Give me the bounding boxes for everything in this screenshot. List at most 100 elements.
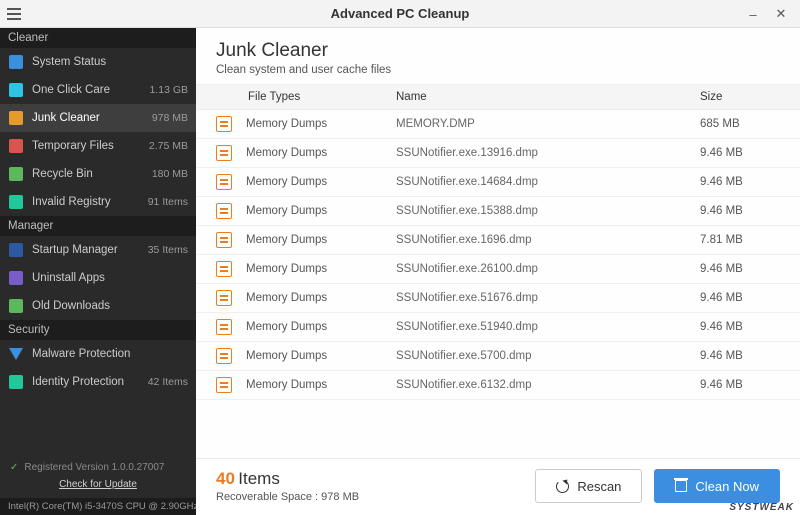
table-row[interactable]: Memory DumpsSSUNotifier.exe.15388.dmp9.4… bbox=[196, 197, 800, 226]
cell-size: 685 MB bbox=[700, 118, 780, 130]
page-subtitle: Clean system and user cache files bbox=[216, 64, 780, 76]
minimize-button[interactable]: – bbox=[746, 7, 760, 21]
cell-name: SSUNotifier.exe.13916.dmp bbox=[396, 147, 700, 159]
table-row[interactable]: Memory DumpsSSUNotifier.exe.26100.dmp9.4… bbox=[196, 255, 800, 284]
cell-name: SSUNotifier.exe.6132.dmp bbox=[396, 379, 700, 391]
sidebar-item-label: Malware Protection bbox=[32, 348, 180, 360]
main-panel: Junk Cleaner Clean system and user cache… bbox=[196, 28, 800, 515]
sidebar-item-label: Invalid Registry bbox=[32, 196, 140, 208]
sidebar-item-label: One Click Care bbox=[32, 84, 141, 96]
table-row[interactable]: Memory DumpsSSUNotifier.exe.1696.dmp7.81… bbox=[196, 226, 800, 255]
rescan-label: Rescan bbox=[577, 479, 621, 494]
sidebar-item-label: Old Downloads bbox=[32, 300, 180, 312]
sidebar-item-one-click-care[interactable]: One Click Care 1.13 GB bbox=[0, 76, 196, 104]
sidebar-item-system-status[interactable]: System Status bbox=[0, 48, 196, 76]
page-title: Junk Cleaner bbox=[216, 40, 780, 62]
cell-type: Memory Dumps bbox=[246, 263, 396, 275]
sidebar-item-badge: 42 Items bbox=[148, 376, 188, 388]
cell-name: SSUNotifier.exe.14684.dmp bbox=[396, 176, 700, 188]
table-row[interactable]: Memory DumpsSSUNotifier.exe.13916.dmp9.4… bbox=[196, 139, 800, 168]
cell-size: 9.46 MB bbox=[700, 379, 780, 391]
clean-now-button[interactable]: Clean Now bbox=[654, 469, 780, 503]
cell-name: SSUNotifier.exe.51940.dmp bbox=[396, 321, 700, 333]
column-header-size[interactable]: Size bbox=[700, 91, 780, 103]
sidebar-item-invalid-registry[interactable]: Invalid Registry 91 Items bbox=[0, 188, 196, 216]
section-header-manager: Manager bbox=[0, 216, 196, 236]
sidebar-item-startup-manager[interactable]: Startup Manager 35 Items bbox=[0, 236, 196, 264]
footer-bar: 40 Items Recoverable Space : 978 MB Resc… bbox=[196, 458, 800, 515]
file-icon bbox=[216, 232, 232, 248]
file-icon bbox=[216, 377, 232, 393]
sidebar-item-label: Temporary Files bbox=[32, 140, 141, 152]
sidebar-item-malware-protection[interactable]: Malware Protection bbox=[0, 340, 196, 368]
cell-name: SSUNotifier.exe.26100.dmp bbox=[396, 263, 700, 275]
sidebar-item-temporary-files[interactable]: Temporary Files 2.75 MB bbox=[0, 132, 196, 160]
sidebar-item-badge: 91 Items bbox=[148, 196, 188, 208]
clean-label: Clean Now bbox=[695, 479, 759, 494]
column-header-type[interactable]: File Types bbox=[216, 91, 396, 103]
cell-size: 7.81 MB bbox=[700, 234, 780, 246]
table-row[interactable]: Memory DumpsSSUNotifier.exe.6132.dmp9.46… bbox=[196, 371, 800, 400]
column-header-name[interactable]: Name bbox=[396, 91, 700, 103]
sidebar-item-label: Startup Manager bbox=[32, 244, 140, 256]
menu-icon[interactable] bbox=[0, 0, 28, 28]
sidebar-item-label: Recycle Bin bbox=[32, 168, 144, 180]
cell-type: Memory Dumps bbox=[246, 176, 396, 188]
sidebar-item-uninstall-apps[interactable]: Uninstall Apps bbox=[0, 264, 196, 292]
brand-watermark: SYSTWEAK bbox=[729, 502, 794, 513]
sidebar-item-identity-protection[interactable]: Identity Protection 42 Items bbox=[0, 368, 196, 396]
check-update-link[interactable]: Check for Update bbox=[10, 477, 186, 492]
cell-name: SSUNotifier.exe.1696.dmp bbox=[396, 234, 700, 246]
cell-size: 9.46 MB bbox=[700, 350, 780, 362]
table-row[interactable]: Memory DumpsSSUNotifier.exe.51940.dmp9.4… bbox=[196, 313, 800, 342]
startup-icon bbox=[8, 242, 24, 258]
file-icon bbox=[216, 174, 232, 190]
file-icon bbox=[216, 290, 232, 306]
table-row[interactable]: Memory DumpsSSUNotifier.exe.51676.dmp9.4… bbox=[196, 284, 800, 313]
table-header: File Types Name Size bbox=[196, 84, 800, 110]
cell-name: SSUNotifier.exe.51676.dmp bbox=[396, 292, 700, 304]
file-icon bbox=[216, 348, 232, 364]
file-icon bbox=[216, 203, 232, 219]
table-row[interactable]: Memory DumpsMEMORY.DMP685 MB bbox=[196, 110, 800, 139]
recoverable-text: Recoverable Space : 978 MB bbox=[216, 491, 523, 503]
section-header-cleaner: Cleaner bbox=[0, 28, 196, 48]
sidebar-item-badge: 35 Items bbox=[148, 244, 188, 256]
close-button[interactable]: ✕ bbox=[774, 7, 788, 21]
sidebar-item-badge: 2.75 MB bbox=[149, 140, 188, 152]
cell-type: Memory Dumps bbox=[246, 118, 396, 130]
sidebar-item-junk-cleaner[interactable]: Junk Cleaner 978 MB bbox=[0, 104, 196, 132]
cell-type: Memory Dumps bbox=[246, 205, 396, 217]
table-row[interactable]: Memory DumpsSSUNotifier.exe.5700.dmp9.46… bbox=[196, 342, 800, 371]
refresh-icon bbox=[556, 480, 569, 493]
sidebar-item-badge: 180 MB bbox=[152, 168, 188, 180]
download-icon bbox=[8, 298, 24, 314]
cell-name: SSUNotifier.exe.15388.dmp bbox=[396, 205, 700, 217]
sidebar-item-recycle-bin[interactable]: Recycle Bin 180 MB bbox=[0, 160, 196, 188]
uninstall-icon bbox=[8, 270, 24, 286]
sidebar-item-badge: 1.13 GB bbox=[149, 84, 188, 96]
monitor-icon bbox=[8, 54, 24, 70]
registry-icon bbox=[8, 194, 24, 210]
cell-name: MEMORY.DMP bbox=[396, 118, 700, 130]
sidebar-item-label: Junk Cleaner bbox=[32, 112, 144, 124]
cell-size: 9.46 MB bbox=[700, 263, 780, 275]
cell-type: Memory Dumps bbox=[246, 321, 396, 333]
temp-icon bbox=[8, 138, 24, 154]
shield-icon bbox=[8, 346, 24, 362]
cell-size: 9.46 MB bbox=[700, 176, 780, 188]
sidebar: Cleaner System Status One Click Care 1.1… bbox=[0, 28, 196, 515]
cell-type: Memory Dumps bbox=[246, 379, 396, 391]
cell-size: 9.46 MB bbox=[700, 147, 780, 159]
rescan-button[interactable]: Rescan bbox=[535, 469, 642, 503]
table-row[interactable]: Memory DumpsSSUNotifier.exe.14684.dmp9.4… bbox=[196, 168, 800, 197]
table-body[interactable]: Memory DumpsMEMORY.DMP685 MBMemory Dumps… bbox=[196, 110, 800, 458]
cell-size: 9.46 MB bbox=[700, 292, 780, 304]
check-icon: ✓ bbox=[10, 460, 18, 475]
cell-size: 9.46 MB bbox=[700, 205, 780, 217]
cell-type: Memory Dumps bbox=[246, 350, 396, 362]
sidebar-item-old-downloads[interactable]: Old Downloads bbox=[0, 292, 196, 320]
cell-type: Memory Dumps bbox=[246, 147, 396, 159]
cell-type: Memory Dumps bbox=[246, 234, 396, 246]
items-label: Items bbox=[238, 469, 280, 488]
